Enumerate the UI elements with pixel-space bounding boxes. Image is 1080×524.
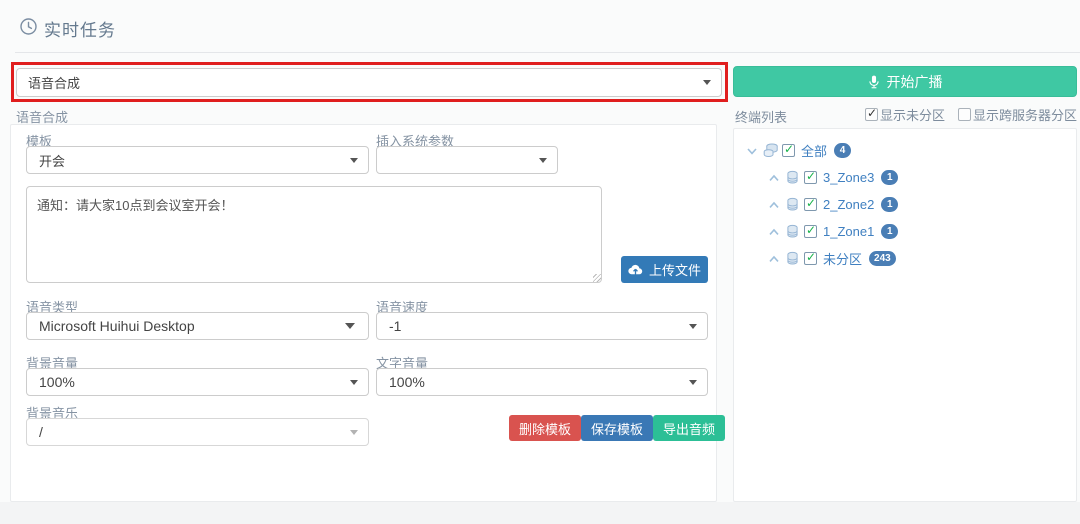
terminal-filter-row: 显示未分区 显示跨服务器分区 <box>850 105 1077 124</box>
tree-checkbox[interactable] <box>804 252 817 265</box>
chevron-down-icon[interactable] <box>745 144 759 158</box>
count-badge: 1 <box>881 170 898 185</box>
tree-checkbox[interactable] <box>804 225 817 238</box>
bg-music-select[interactable]: / <box>26 418 369 446</box>
tree-row-zone1[interactable]: 1_Zone1 1 <box>734 218 1076 245</box>
checkbox-unchecked-icon[interactable] <box>958 108 971 121</box>
start-broadcast-label: 开始广播 <box>887 72 943 92</box>
tree-node-label[interactable]: 1_Zone1 <box>823 224 874 239</box>
tree-row-zone2[interactable]: 2_Zone2 1 <box>734 191 1076 218</box>
show-cross-server-label: 显示跨服务器分区 <box>973 105 1077 124</box>
tree-node-label[interactable]: 未分区 <box>823 249 862 268</box>
start-broadcast-button[interactable]: 开始广播 <box>733 66 1077 97</box>
terminal-tree: 全部 4 3_Zone3 1 <box>734 137 1076 272</box>
count-badge: 243 <box>869 251 896 266</box>
chevron-up-icon[interactable] <box>767 252 781 266</box>
header-divider <box>15 52 1080 53</box>
tree-node-label[interactable]: 全部 <box>801 141 827 160</box>
template-value: 开会 <box>27 151 350 170</box>
server-icon <box>785 197 800 212</box>
chevron-up-icon[interactable] <box>767 225 781 239</box>
clock-icon <box>20 18 37 35</box>
tree-node-label[interactable]: 3_Zone3 <box>823 170 874 185</box>
chevron-down-icon <box>703 80 711 85</box>
delete-template-button[interactable]: 删除模板 <box>509 415 581 441</box>
upload-file-label: 上传文件 <box>649 260 701 279</box>
tree-node-label[interactable]: 2_Zone2 <box>823 197 874 212</box>
task-type-select[interactable]: 语音合成 <box>16 68 722 97</box>
page-background <box>0 502 1080 524</box>
show-cross-server-checkbox[interactable]: 显示跨服务器分区 <box>958 105 1077 124</box>
server-icon <box>785 251 800 266</box>
tree-row-zone3[interactable]: 3_Zone3 1 <box>734 164 1076 191</box>
chevron-up-icon[interactable] <box>767 198 781 212</box>
resize-handle[interactable] <box>593 274 601 282</box>
chevron-down-icon <box>345 323 355 329</box>
show-unpartitioned-checkbox[interactable]: 显示未分区 <box>865 105 945 124</box>
page: 实时任务 语音合成 开始广播 语音合成 终端列表 显示未分区 显示跨服务器分区 … <box>0 0 1080 524</box>
voice-speed-value: -1 <box>377 318 689 334</box>
bg-music-value: / <box>27 424 350 440</box>
upload-file-button[interactable]: 上传文件 <box>621 256 708 283</box>
show-unpartitioned-label: 显示未分区 <box>880 105 945 124</box>
count-badge: 4 <box>834 143 851 158</box>
server-icon <box>785 170 800 185</box>
microphone-icon <box>868 74 880 90</box>
checkbox-checked-icon[interactable] <box>865 108 878 121</box>
tree-checkbox[interactable] <box>782 144 795 157</box>
server-icon <box>785 224 800 239</box>
speech-synthesis-panel: 模板 开会 插入系统参数 通知：请大家10点到会议室开会！ 上传文件 语音类型 … <box>10 124 717 502</box>
count-badge: 1 <box>881 197 898 212</box>
bg-volume-select[interactable]: 100% <box>26 368 369 396</box>
export-audio-button[interactable]: 导出音频 <box>653 415 725 441</box>
chevron-up-icon[interactable] <box>767 171 781 185</box>
system-param-select[interactable] <box>376 146 558 174</box>
chevron-down-icon <box>539 158 547 163</box>
tree-row-all[interactable]: 全部 4 <box>734 137 1076 164</box>
page-title: 实时任务 <box>44 16 116 41</box>
chevron-down-icon <box>350 430 358 435</box>
save-template-button[interactable]: 保存模板 <box>581 415 653 441</box>
broadcast-message-textarea[interactable]: 通知：请大家10点到会议室开会！ <box>26 186 602 283</box>
upload-cloud-icon <box>628 264 643 276</box>
chevron-down-icon <box>350 380 358 385</box>
tree-checkbox[interactable] <box>804 171 817 184</box>
chevron-down-icon <box>689 380 697 385</box>
terminal-list-label: 终端列表 <box>735 107 787 126</box>
tree-checkbox[interactable] <box>804 198 817 211</box>
chevron-down-icon <box>350 158 358 163</box>
task-type-value: 语音合成 <box>17 73 703 92</box>
terminal-list-panel: 全部 4 3_Zone3 1 <box>733 128 1077 502</box>
template-actions: 删除模板 保存模板 导出音频 <box>509 415 725 441</box>
server-group-icon <box>763 143 778 158</box>
voice-type-select[interactable]: Microsoft Huihui Desktop <box>26 312 369 340</box>
chevron-down-icon <box>689 324 697 329</box>
template-select[interactable]: 开会 <box>26 146 369 174</box>
voice-speed-select[interactable]: -1 <box>376 312 708 340</box>
voice-type-value: Microsoft Huihui Desktop <box>27 318 345 334</box>
text-volume-select[interactable]: 100% <box>376 368 708 396</box>
count-badge: 1 <box>881 224 898 239</box>
bg-volume-value: 100% <box>27 374 350 390</box>
tree-row-unpartitioned[interactable]: 未分区 243 <box>734 245 1076 272</box>
text-volume-value: 100% <box>377 374 689 390</box>
